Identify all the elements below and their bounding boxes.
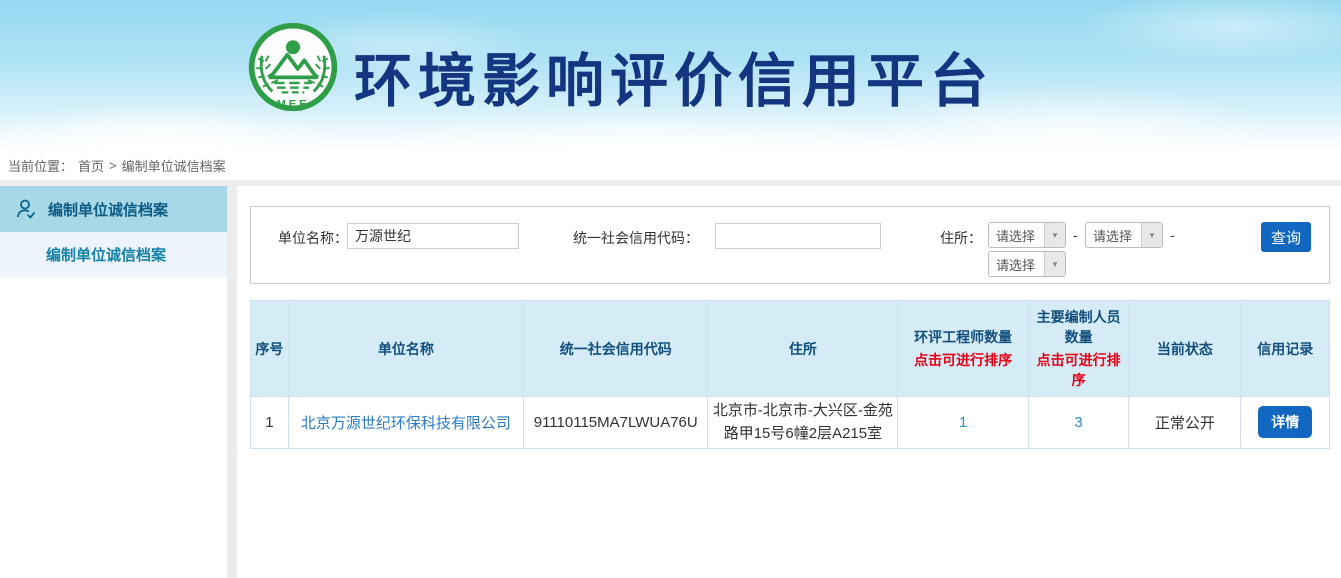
staff-count-link[interactable]: 3 xyxy=(1074,414,1082,431)
sort-hint[interactable]: 点击可进行排序 xyxy=(1031,350,1126,390)
mee-logo-text: MEE xyxy=(277,98,310,110)
cell-staff-count: 3 xyxy=(1028,397,1128,449)
address-province-select[interactable]: 请选择 ▼ xyxy=(988,222,1066,248)
site-header: MEE 环境影响评价信用平台 xyxy=(0,0,1341,150)
breadcrumb-current: 编制单位诚信档案 xyxy=(122,156,226,175)
mee-logo-icon: MEE xyxy=(246,20,340,114)
credit-code-label: 统一社会信用代码： xyxy=(573,228,699,248)
unit-name-label: 单位名称： xyxy=(278,228,348,248)
sidebar-item-unit-credit-archive[interactable]: 编制单位诚信档案 xyxy=(0,186,227,232)
address-district-value: 请选择 xyxy=(989,255,1044,274)
col-header-credit-code: 统一社会信用代码 xyxy=(523,301,708,397)
page-body: 编制单位诚信档案 编制单位诚信档案 单位名称： 统一社会信用代码： 住所： 请选… xyxy=(0,180,1341,578)
col-header-address: 住所 xyxy=(708,301,898,397)
breadcrumb-home-link[interactable]: 首页 xyxy=(78,156,104,175)
credit-code-input[interactable] xyxy=(715,223,881,249)
col-header-seq: 序号 xyxy=(251,301,289,397)
breadcrumb: 当前位置： 首页 > 编制单位诚信档案 xyxy=(0,150,1341,180)
cell-address: 北京市-北京市-大兴区-金苑路甲15号6幢2层A215室 xyxy=(708,397,898,449)
breadcrumb-separator: > xyxy=(109,158,117,173)
breadcrumb-prefix: 当前位置： xyxy=(8,156,73,175)
cell-credit-code: 91110115MA7LWUA76U xyxy=(523,397,708,449)
unit-name-input[interactable] xyxy=(347,223,519,249)
sort-hint[interactable]: 点击可进行排序 xyxy=(900,350,1026,370)
table-header-row: 序号 单位名称 统一社会信用代码 住所 环评工程师数量 点击可进行排序 主要编制… xyxy=(251,301,1330,397)
address-province-value: 请选择 xyxy=(989,226,1044,245)
col-header-status: 当前状态 xyxy=(1129,301,1241,397)
detail-button[interactable]: 详情 xyxy=(1258,406,1312,438)
col-header-staff-count-sort[interactable]: 主要编制人员数量 点击可进行排序 xyxy=(1028,301,1128,397)
address-label: 住所： xyxy=(940,228,982,248)
address-separator: - xyxy=(1073,227,1078,243)
person-check-icon xyxy=(14,197,38,221)
sidebar: 编制单位诚信档案 编制单位诚信档案 xyxy=(0,186,227,578)
address-district-select[interactable]: 请选择 ▼ xyxy=(988,251,1066,277)
results-table: 序号 单位名称 统一社会信用代码 住所 环评工程师数量 点击可进行排序 主要编制… xyxy=(250,300,1330,449)
table-row: 1 北京万源世纪环保科技有限公司 91110115MA7LWUA76U 北京市-… xyxy=(251,397,1330,449)
cell-status: 正常公开 xyxy=(1129,397,1241,449)
cell-engineer-count: 1 xyxy=(898,397,1029,449)
address-separator: - xyxy=(1170,227,1175,243)
cell-seq: 1 xyxy=(251,397,289,449)
sidebar-subitem-unit-credit-archive[interactable]: 编制单位诚信档案 xyxy=(0,232,227,277)
col-header-credit-record: 信用记录 xyxy=(1241,301,1330,397)
search-panel: 单位名称： 统一社会信用代码： 住所： 请选择 ▼ - 请选择 ▼ - 请选择 … xyxy=(250,206,1330,284)
chevron-down-icon: ▼ xyxy=(1044,252,1065,276)
sidebar-item-label: 编制单位诚信档案 xyxy=(48,199,168,220)
address-city-select[interactable]: 请选择 ▼ xyxy=(1085,222,1163,248)
engineer-count-link[interactable]: 1 xyxy=(959,414,967,431)
unit-name-link[interactable]: 北京万源世纪环保科技有限公司 xyxy=(301,415,511,432)
sidebar-subitem-label: 编制单位诚信档案 xyxy=(46,244,166,265)
cell-credit-record: 详情 xyxy=(1241,397,1330,449)
address-city-value: 请选择 xyxy=(1086,226,1141,245)
chevron-down-icon: ▼ xyxy=(1044,223,1065,247)
main-content: 单位名称： 统一社会信用代码： 住所： 请选择 ▼ - 请选择 ▼ - 请选择 … xyxy=(237,186,1341,578)
chevron-down-icon: ▼ xyxy=(1141,223,1162,247)
page-title: 环境影响评价信用平台 xyxy=(354,34,994,118)
col-header-engineer-count-sort[interactable]: 环评工程师数量 点击可进行排序 xyxy=(898,301,1029,397)
query-button[interactable]: 查询 xyxy=(1261,222,1311,252)
cell-unit-name: 北京万源世纪环保科技有限公司 xyxy=(288,397,523,449)
col-header-unit-name: 单位名称 xyxy=(288,301,523,397)
